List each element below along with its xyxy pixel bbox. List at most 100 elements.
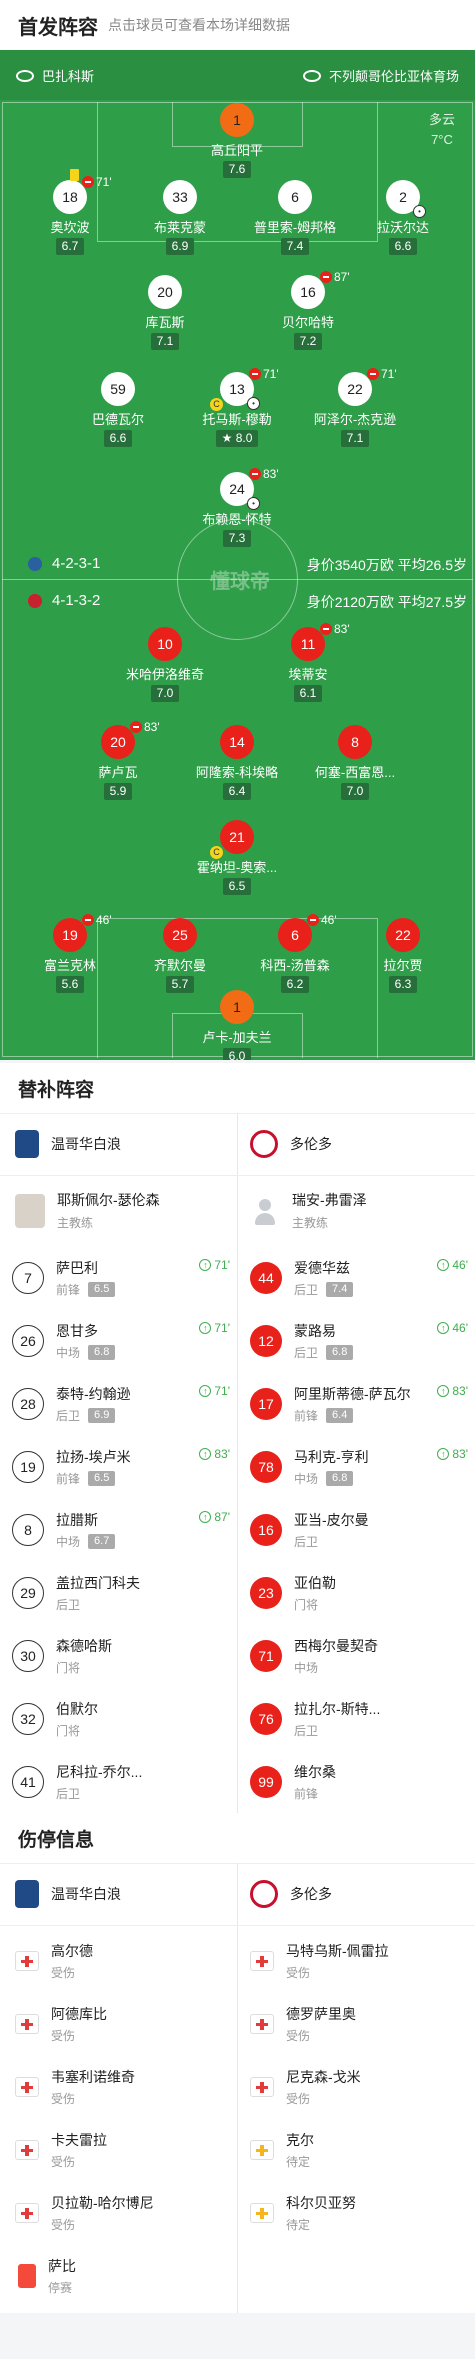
doubtful-player[interactable]: 克尔 待定	[250, 2130, 314, 2170]
captain-icon: C	[210, 398, 223, 411]
ball-icon: •	[247, 497, 260, 510]
sub-in-marker: ↑ 71'	[199, 1384, 230, 1398]
home-coach[interactable]: 耶斯佩尔-瑟伦森 主教练	[15, 1190, 160, 1231]
injured-player[interactable]: 贝拉勒-哈尔博尼 受伤	[15, 2193, 154, 2233]
injured-player[interactable]: 马特乌斯-佩雷拉 受伤	[250, 1941, 389, 1981]
bench-player[interactable]: 17 阿里斯蒂德-萨瓦尔 前锋 6.4 ↑ 83'	[250, 1384, 468, 1424]
sub-in-marker: ↑ 71'	[199, 1321, 230, 1335]
sub-out-marker: 83'	[130, 720, 160, 734]
away-player[interactable]: 22 拉尔贾 6.3	[343, 918, 463, 993]
sub-in-icon: ↑	[437, 1322, 450, 1334]
medical-cross-icon	[250, 1951, 274, 1971]
sub-in-icon: ↑	[199, 1511, 212, 1523]
sub-in-icon: ↑	[199, 1259, 212, 1271]
away-player[interactable]: 20 83' 萨卢瓦 5.9	[58, 720, 178, 800]
home-player[interactable]: 6 普里索-姆邦格 7.4	[235, 180, 355, 255]
injured-player[interactable]: 阿德库比 受伤	[15, 2004, 107, 2044]
bench-player[interactable]: 99 维尔桑 前锋	[250, 1762, 468, 1802]
red-card-icon	[18, 2264, 36, 2288]
sub-in-marker: ↑ 87'	[199, 1510, 230, 1524]
bench-player[interactable]: 19 拉扬-埃卢米 前锋 6.5 ↑ 83'	[12, 1447, 230, 1487]
captain-icon: C	[210, 846, 223, 859]
home-player[interactable]: 16 87' 贝尔哈特 7.2	[248, 270, 368, 350]
home-player[interactable]: 59 巴德瓦尔 6.6	[58, 372, 178, 447]
away-coach[interactable]: 瑞安-弗雷泽 主教练	[250, 1190, 367, 1231]
coach-avatar	[15, 1193, 45, 1228]
coach-avatar-placeholder	[250, 1193, 280, 1228]
home-player[interactable]: 33 布莱克蒙 6.9	[120, 180, 240, 255]
medical-cross-icon	[250, 2077, 274, 2097]
sub-out-icon	[320, 623, 332, 635]
sub-out-marker: 71'	[249, 367, 279, 381]
away-player[interactable]: 19 46' 富兰克林 5.6	[10, 913, 130, 993]
bench-player[interactable]: 23 亚伯勒 门将	[250, 1573, 468, 1613]
away-player[interactable]: 25 齐默尔曼 5.7	[120, 918, 240, 993]
bench-player[interactable]: 12 蒙路易 后卫 6.8 ↑ 46'	[250, 1321, 468, 1361]
home-player[interactable]: 24 83' • 布赖恩-怀特 7.3	[177, 467, 297, 547]
vancouver-logo-icon	[15, 1880, 39, 1908]
away-player[interactable]: 11 83' 埃蒂安 6.1	[248, 622, 368, 702]
weather: 多云 7°C	[428, 112, 455, 147]
medical-cross-icon	[15, 2203, 39, 2223]
medical-cross-icon	[15, 2140, 39, 2160]
injured-player[interactable]: 卡夫雷拉 受伤	[15, 2130, 107, 2170]
away-player[interactable]: 14 阿隆索-科埃略 6.4	[177, 725, 297, 800]
home-player[interactable]: 18 71' 奥坎波 6.7	[10, 169, 130, 255]
suspended-player[interactable]: 萨比 停赛	[18, 2256, 76, 2296]
away-player[interactable]: 6 46' 科西-汤普森 6.2	[235, 913, 355, 993]
home-team-name: 巴扎科斯	[16, 66, 94, 85]
toronto-logo-icon	[250, 1130, 278, 1158]
pitch: 巴扎科斯 不列颠哥伦比亚体育场 多云 7°C 懂球帝 4-2-3-1 身价354…	[0, 50, 475, 1060]
bench-player[interactable]: 28 泰特-约翰逊 后卫 6.9 ↑ 71'	[12, 1384, 230, 1424]
bench-player[interactable]: 71 西梅尔曼契奇 中场	[250, 1636, 468, 1676]
injured-player[interactable]: 尼克森-戈米 受伤	[250, 2067, 361, 2107]
venue-name: 不列颠哥伦比亚体育场	[302, 66, 459, 85]
home-player[interactable]: 1 高丘阳平 7.6	[177, 103, 297, 178]
bench-player[interactable]: 16 亚当-皮尔曼 后卫	[250, 1510, 468, 1550]
bench-player[interactable]: 26 恩甘多 中场 6.8 ↑ 71'	[12, 1321, 230, 1361]
stadium-icon	[302, 69, 321, 82]
home-team-header[interactable]: 温哥华白浪	[15, 1880, 121, 1908]
injured-player[interactable]: 高尔德 受伤	[15, 1941, 93, 1981]
home-team-header[interactable]: 温哥华白浪	[15, 1130, 121, 1158]
doubtful-player[interactable]: 科尔贝亚努 待定	[250, 2193, 356, 2233]
sub-in-icon: ↑	[199, 1322, 212, 1334]
away-player[interactable]: 8 何塞-西富恩... 7.0	[295, 725, 415, 800]
ball-icon: •	[413, 205, 426, 218]
away-player[interactable]: 10 米哈伊洛维奇 7.0	[105, 627, 225, 702]
bench-player[interactable]: 76 拉扎尔-斯特... 后卫	[250, 1699, 468, 1739]
bench-player[interactable]: 30 森德哈斯 门将	[12, 1636, 230, 1676]
injured-player[interactable]: 韦塞利诺维奇 受伤	[15, 2067, 135, 2107]
home-player[interactable]: 22 71' 阿泽尔-杰克逊 7.1	[295, 367, 415, 447]
section-title: 伤停信息	[18, 1829, 95, 1851]
medical-cross-icon	[15, 2077, 39, 2097]
bench-player[interactable]: 32 伯默尔 门将	[12, 1699, 230, 1739]
bench-player[interactable]: 8 拉腊斯 中场 6.7 ↑ 87'	[12, 1510, 230, 1550]
section-title: 替补阵容	[18, 1079, 95, 1101]
home-player[interactable]: 20 库瓦斯 7.1	[105, 275, 225, 350]
bench-player[interactable]: 29 盖拉西门科夫 后卫	[12, 1573, 230, 1613]
bench-player[interactable]: 44 爱德华兹 后卫 7.4 ↑ 46'	[250, 1258, 468, 1298]
bench-player[interactable]: 7 萨巴利 前锋 6.5 ↑ 71'	[12, 1258, 230, 1298]
sub-out-marker: 87'	[320, 270, 350, 284]
medical-cross-icon	[250, 2203, 274, 2223]
sub-in-marker: ↑ 46'	[437, 1321, 468, 1335]
away-team-header[interactable]: 多伦多	[250, 1880, 332, 1908]
sub-in-icon: ↑	[199, 1448, 212, 1460]
injured-player[interactable]: 德罗萨里奥 受伤	[250, 2004, 356, 2044]
medical-cross-icon	[250, 2014, 274, 2034]
bench-player[interactable]: 78 马利克-亨利 中场 6.8 ↑ 83'	[250, 1447, 468, 1487]
yellow-card-icon	[70, 169, 79, 181]
sub-out-icon	[249, 468, 261, 480]
sub-out-marker: 46'	[307, 913, 337, 927]
sub-out-marker: 71'	[70, 169, 112, 189]
page-title: 首发阵容	[18, 16, 98, 39]
away-player[interactable]: 21 C 霍纳坦-奥索... 6.5	[177, 820, 297, 895]
away-player[interactable]: 1 卢卡-加夫兰 6.0	[177, 990, 297, 1060]
away-team-header[interactable]: 多伦多	[250, 1130, 332, 1158]
home-player[interactable]: 2 • 拉沃尔达 6.6	[343, 180, 463, 255]
medical-cross-icon	[250, 2140, 274, 2160]
bench-player[interactable]: 41 尼科拉-乔尔... 后卫	[12, 1762, 230, 1802]
home-formation: 4-2-3-1	[28, 555, 100, 572]
home-player[interactable]: 13 71' C • 托马斯-穆勒 ★ 8.0	[177, 367, 297, 447]
